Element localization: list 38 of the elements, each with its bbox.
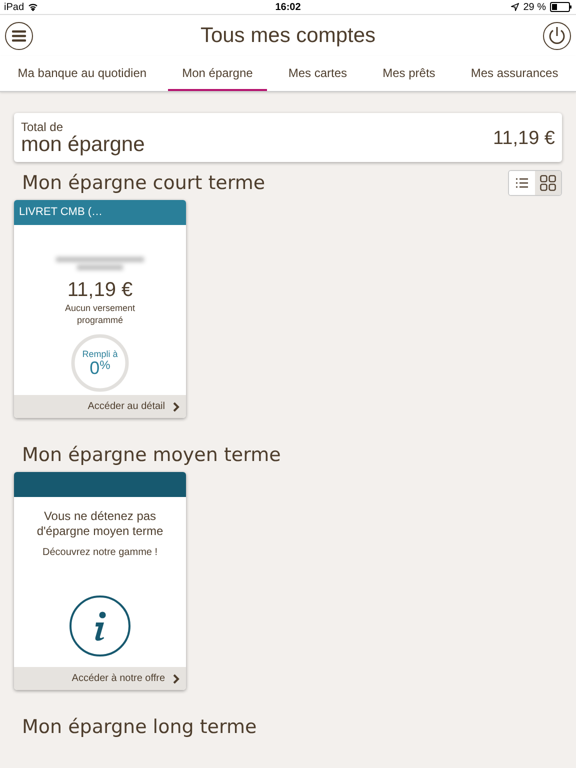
account-name: LIVRET CMB (… xyxy=(14,200,186,225)
detail-link[interactable]: Accéder au détail xyxy=(14,395,186,418)
tab[interactable]: Mes prêts xyxy=(368,56,450,91)
total-label: Total de xyxy=(21,121,64,134)
menu-button[interactable] xyxy=(5,22,33,50)
info-icon xyxy=(69,595,131,657)
grid-icon xyxy=(540,175,556,191)
chevron-icon xyxy=(173,402,180,412)
device-name: iPad xyxy=(4,2,24,12)
list-icon xyxy=(516,178,528,188)
gauge-label: Rempli à xyxy=(82,349,118,359)
account-balance: 11,19 € xyxy=(67,279,133,302)
location-arrow-icon xyxy=(511,3,520,11)
logout-button[interactable] xyxy=(542,22,571,50)
clock: 16:02 xyxy=(275,2,301,12)
tab[interactable]: Mon épargne xyxy=(168,56,267,91)
tab[interactable]: Ma banque au quotidien xyxy=(4,56,161,91)
tab[interactable]: Mes cartes xyxy=(274,56,362,91)
power-icon xyxy=(546,26,567,46)
gauge-value: 0$^{%}$ xyxy=(90,359,110,377)
total-amount: 11,19 € xyxy=(493,128,555,150)
transfer-note: Aucun versement programmé xyxy=(64,302,136,326)
battery-icon xyxy=(550,2,572,12)
fill-gauge xyxy=(69,332,131,394)
section-title: Mon épargne moyen terme xyxy=(22,444,281,466)
tab[interactable]: Mes assurances xyxy=(456,56,572,91)
offer-link[interactable]: Accéder à notre offre xyxy=(14,667,186,690)
empty-message: Vous ne détenez pas d'épargne moyen terme xyxy=(36,509,164,539)
page-title: Tous mes comptes xyxy=(200,24,376,48)
chevron-icon xyxy=(173,674,180,684)
battery-percent: 29 % xyxy=(523,2,546,12)
section-title: Mon épargne court terme xyxy=(22,172,266,194)
menu-icon xyxy=(12,30,26,42)
discover-text: Découvrez notre gamme ! xyxy=(42,547,158,558)
wifi-icon xyxy=(28,3,38,11)
total-heading: mon épargne xyxy=(21,134,145,156)
grid-view-button[interactable] xyxy=(535,171,561,195)
section-title: Mon épargne long terme xyxy=(22,716,257,738)
